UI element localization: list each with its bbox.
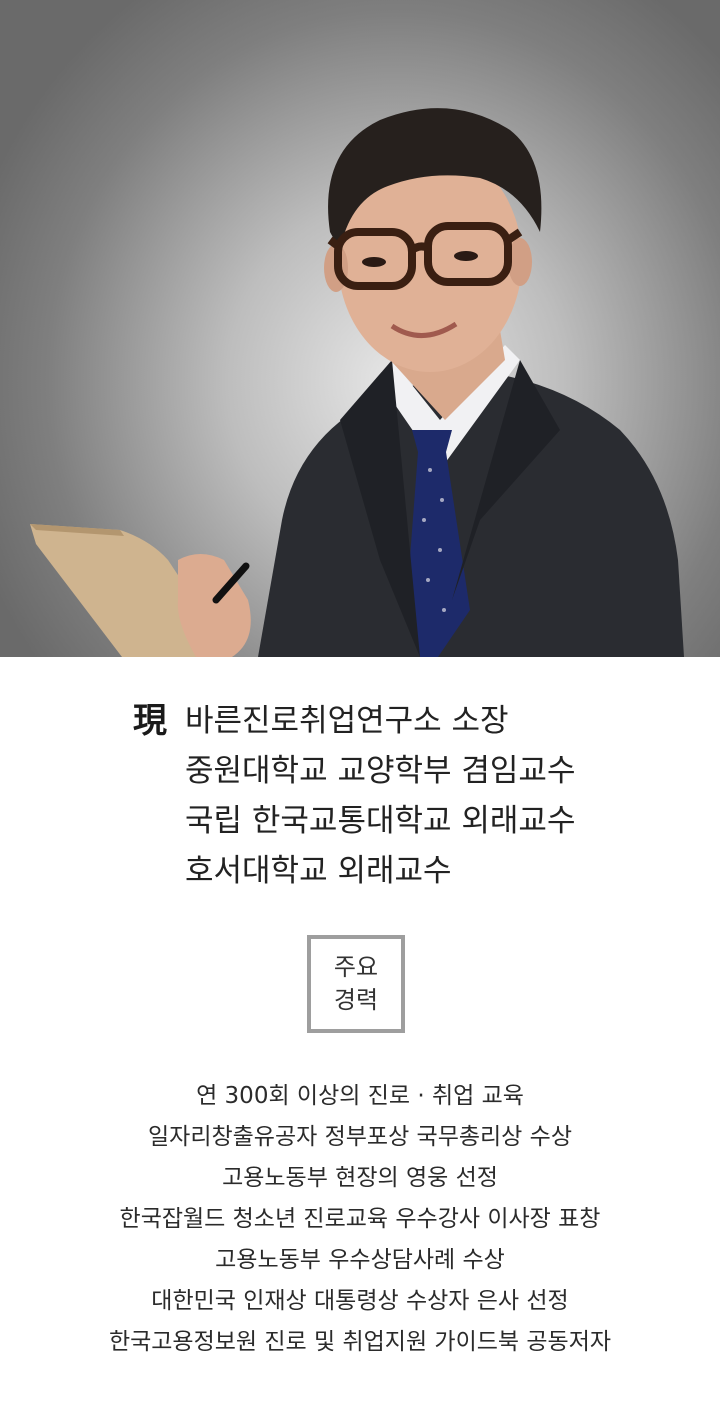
career-item: 대한민국 인재상 대통령상 수상자 은사 선정: [151, 1288, 569, 1314]
position-row: 국립 한국교통대학교 외래교수: [133, 792, 575, 842]
career-heading-box: 주요 경력: [307, 935, 405, 1033]
career-heading-line1: 주요: [333, 953, 379, 981]
position-row: 중원대학교 교양학부 겸임교수: [133, 742, 575, 792]
position-text: 호서대학교 외래교수: [185, 852, 452, 889]
current-prefix: 現: [133, 700, 167, 741]
career-item: 연 300회 이상의 진로 · 취업 교육: [196, 1083, 524, 1109]
portrait-illustration: [30, 108, 684, 657]
position-text: 중원대학교 교양학부 겸임교수: [185, 752, 576, 789]
career-item: 한국잡월드 청소년 진로교육 우수강사 이사장 표창: [119, 1206, 601, 1232]
position-row: 호서대학교 외래교수: [133, 842, 575, 892]
career-item: 일자리창출유공자 정부포상 국무총리상 수상: [148, 1124, 572, 1150]
position-text: 국립 한국교통대학교 외래교수: [185, 802, 576, 839]
career-item: 한국고용정보원 진로 및 취업지원 가이드북 공동저자: [108, 1329, 612, 1355]
career-item: 고용노동부 현장의 영웅 선정: [222, 1165, 498, 1191]
career-list: 연 300회 이상의 진로 · 취업 교육 일자리창출유공자 정부포상 국무총리…: [0, 1076, 720, 1363]
career-heading-line2: 경력: [333, 986, 379, 1014]
profile-photo: [0, 0, 720, 657]
position-text: 바른진로취업연구소 소장: [185, 702, 509, 739]
position-row: 現 바른진로취업연구소 소장: [133, 692, 575, 742]
career-item: 고용노동부 우수상담사례 수상: [215, 1247, 505, 1273]
current-positions: 現 바른진로취업연구소 소장 중원대학교 교양학부 겸임교수 국립 한국교통대학…: [133, 692, 575, 892]
